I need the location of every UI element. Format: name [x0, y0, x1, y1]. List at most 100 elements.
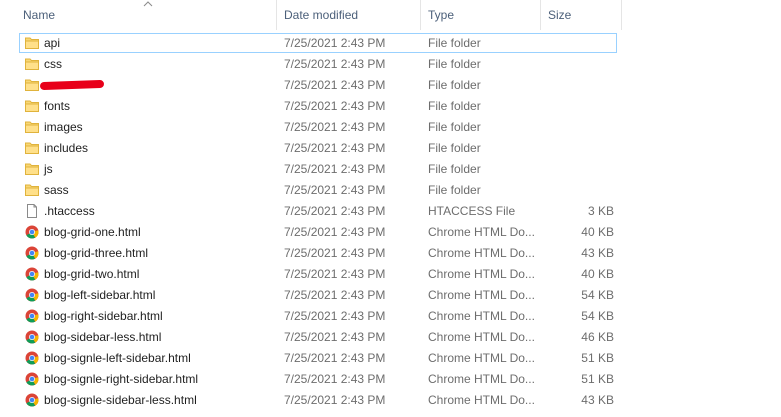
date-modified: 7/25/2021 2:43 PM	[284, 141, 386, 155]
file-size: 46 KB	[581, 330, 614, 344]
column-header-date[interactable]: Date modified	[277, 0, 421, 30]
folder-icon	[25, 183, 39, 197]
file-size: 40 KB	[581, 267, 614, 281]
file-type: HTACCESS File	[428, 204, 516, 218]
file-size: 54 KB	[581, 309, 614, 323]
date-modified: 7/25/2021 2:43 PM	[284, 225, 386, 239]
column-header-type-label: Type	[428, 8, 455, 22]
date-modified: 7/25/2021 2:43 PM	[284, 183, 386, 197]
column-header-type[interactable]: Type	[421, 0, 541, 30]
file-name: .htaccess	[44, 204, 95, 218]
folder-icon	[25, 36, 39, 50]
date-modified: 7/25/2021 2:43 PM	[284, 288, 386, 302]
date-modified: 7/25/2021 2:43 PM	[284, 162, 386, 176]
folder-icon	[25, 162, 39, 176]
file-row[interactable]: blog-right-sidebar.html 7/25/2021 2:43 PM…	[0, 306, 781, 327]
file-name: fonts	[44, 99, 71, 113]
file-name: sass	[44, 183, 69, 197]
file-type: Chrome HTML Do...	[428, 309, 535, 323]
file-name: blog-right-sidebar.html	[44, 309, 163, 323]
file-name: api	[44, 36, 61, 50]
file-row[interactable]: .htaccess 7/25/2021 2:43 PM HTACCESS File 3…	[0, 201, 781, 222]
file-list: api 7/25/2021 2:43 PM File folder css 7/25/2…	[0, 33, 781, 411]
file-type: Chrome HTML Do...	[428, 246, 535, 260]
redaction-mark	[39, 79, 105, 91]
file-row[interactable]: images 7/25/2021 2:43 PM File folder	[0, 117, 781, 138]
file-row[interactable]: fonts 7/25/2021 2:43 PM File folder	[0, 96, 781, 117]
folder-icon	[25, 141, 39, 155]
file-name: blog-sidebar-less.html	[44, 330, 162, 344]
file-row[interactable]: api 7/25/2021 2:43 PM File folder	[0, 33, 781, 54]
file-type: Chrome HTML Do...	[428, 225, 535, 239]
chrome-icon	[25, 330, 39, 344]
file-row[interactable]: blog-sidebar-less.html 7/25/2021 2:43 PM C…	[0, 327, 781, 348]
file-type: File folder	[428, 120, 481, 134]
chrome-icon	[25, 393, 39, 407]
file-size: 43 KB	[581, 393, 614, 407]
folder-icon	[25, 57, 39, 71]
file-name: blog-grid-one.html	[44, 225, 141, 239]
file-size: 54 KB	[581, 288, 614, 302]
file-type: File folder	[428, 78, 481, 92]
file-size: 40 KB	[581, 225, 614, 239]
file-row[interactable]: blog-grid-three.html 7/25/2021 2:43 PM Chr…	[0, 243, 781, 264]
date-modified: 7/25/2021 2:43 PM	[284, 36, 386, 50]
file-type: Chrome HTML Do...	[428, 393, 535, 407]
file-row[interactable]: includes 7/25/2021 2:43 PM File folder	[0, 138, 781, 159]
file-size	[542, 54, 614, 75]
file-size	[542, 33, 614, 54]
folder-icon	[25, 99, 39, 113]
file-size: 51 KB	[581, 372, 614, 386]
column-header-size[interactable]: Size	[541, 0, 622, 30]
date-modified: 7/25/2021 2:43 PM	[284, 351, 386, 365]
date-modified: 7/25/2021 2:43 PM	[284, 372, 386, 386]
chrome-icon	[25, 225, 39, 239]
date-modified: 7/25/2021 2:43 PM	[284, 330, 386, 344]
file-type: File folder	[428, 57, 481, 71]
column-header-date-label: Date modified	[284, 8, 359, 22]
file-name: blog-grid-three.html	[44, 246, 149, 260]
column-header-bar: Name Date modified Type Size	[0, 0, 781, 30]
file-type: Chrome HTML Do...	[428, 330, 535, 344]
file-row[interactable]: blog-left-sidebar.html 7/25/2021 2:43 PM C…	[0, 285, 781, 306]
date-modified: 7/25/2021 2:43 PM	[284, 309, 386, 323]
file-row[interactable]: blog-grid-two.html 7/25/2021 2:43 PM Chrom…	[0, 264, 781, 285]
file-type: Chrome HTML Do...	[428, 372, 535, 386]
file-row[interactable]: 7/25/2021 2:43 PM File folder	[0, 75, 781, 96]
file-size: 51 KB	[581, 351, 614, 365]
file-name: css	[44, 57, 62, 71]
file-name: images	[44, 120, 83, 134]
date-modified: 7/25/2021 2:43 PM	[284, 204, 386, 218]
folder-icon	[25, 120, 39, 134]
file-row[interactable]: blog-signle-right-sidebar.html 7/25/2021 …	[0, 369, 781, 390]
file-type: Chrome HTML Do...	[428, 288, 535, 302]
chrome-icon	[25, 351, 39, 365]
column-header-name[interactable]: Name	[0, 0, 277, 30]
chrome-icon	[25, 372, 39, 386]
chrome-icon	[25, 246, 39, 260]
file-name: includes	[44, 141, 89, 155]
date-modified: 7/25/2021 2:43 PM	[284, 393, 386, 407]
column-header-name-label: Name	[23, 8, 56, 22]
file-row[interactable]: blog-grid-one.html 7/25/2021 2:43 PM Chrom…	[0, 222, 781, 243]
file-row[interactable]: js 7/25/2021 2:43 PM File folder	[0, 159, 781, 180]
file-name: blog-left-sidebar.html	[44, 288, 156, 302]
file-row[interactable]: css 7/25/2021 2:43 PM File folder	[0, 54, 781, 75]
column-header-size-label: Size	[548, 8, 572, 22]
sort-ascending-icon	[143, 1, 153, 7]
file-size: 43 KB	[581, 246, 614, 260]
date-modified: 7/25/2021 2:43 PM	[284, 246, 386, 260]
file-size	[542, 180, 614, 201]
file-type: File folder	[428, 183, 481, 197]
file-name: blog-grid-two.html	[44, 267, 140, 281]
file-row[interactable]: blog-signle-left-sidebar.html 7/25/2021 2…	[0, 348, 781, 369]
date-modified: 7/25/2021 2:43 PM	[284, 120, 386, 134]
date-modified: 7/25/2021 2:43 PM	[284, 267, 386, 281]
file-name: blog-signle-sidebar-less.html	[44, 393, 197, 407]
file-name: blog-signle-left-sidebar.html	[44, 351, 191, 365]
file-type: Chrome HTML Do...	[428, 351, 535, 365]
file-row[interactable]: sass 7/25/2021 2:43 PM File folder	[0, 180, 781, 201]
file-row[interactable]: blog-signle-sidebar-less.html 7/25/2021 2…	[0, 390, 781, 411]
file-size	[542, 159, 614, 180]
file-name: blog-signle-right-sidebar.html	[44, 372, 199, 386]
